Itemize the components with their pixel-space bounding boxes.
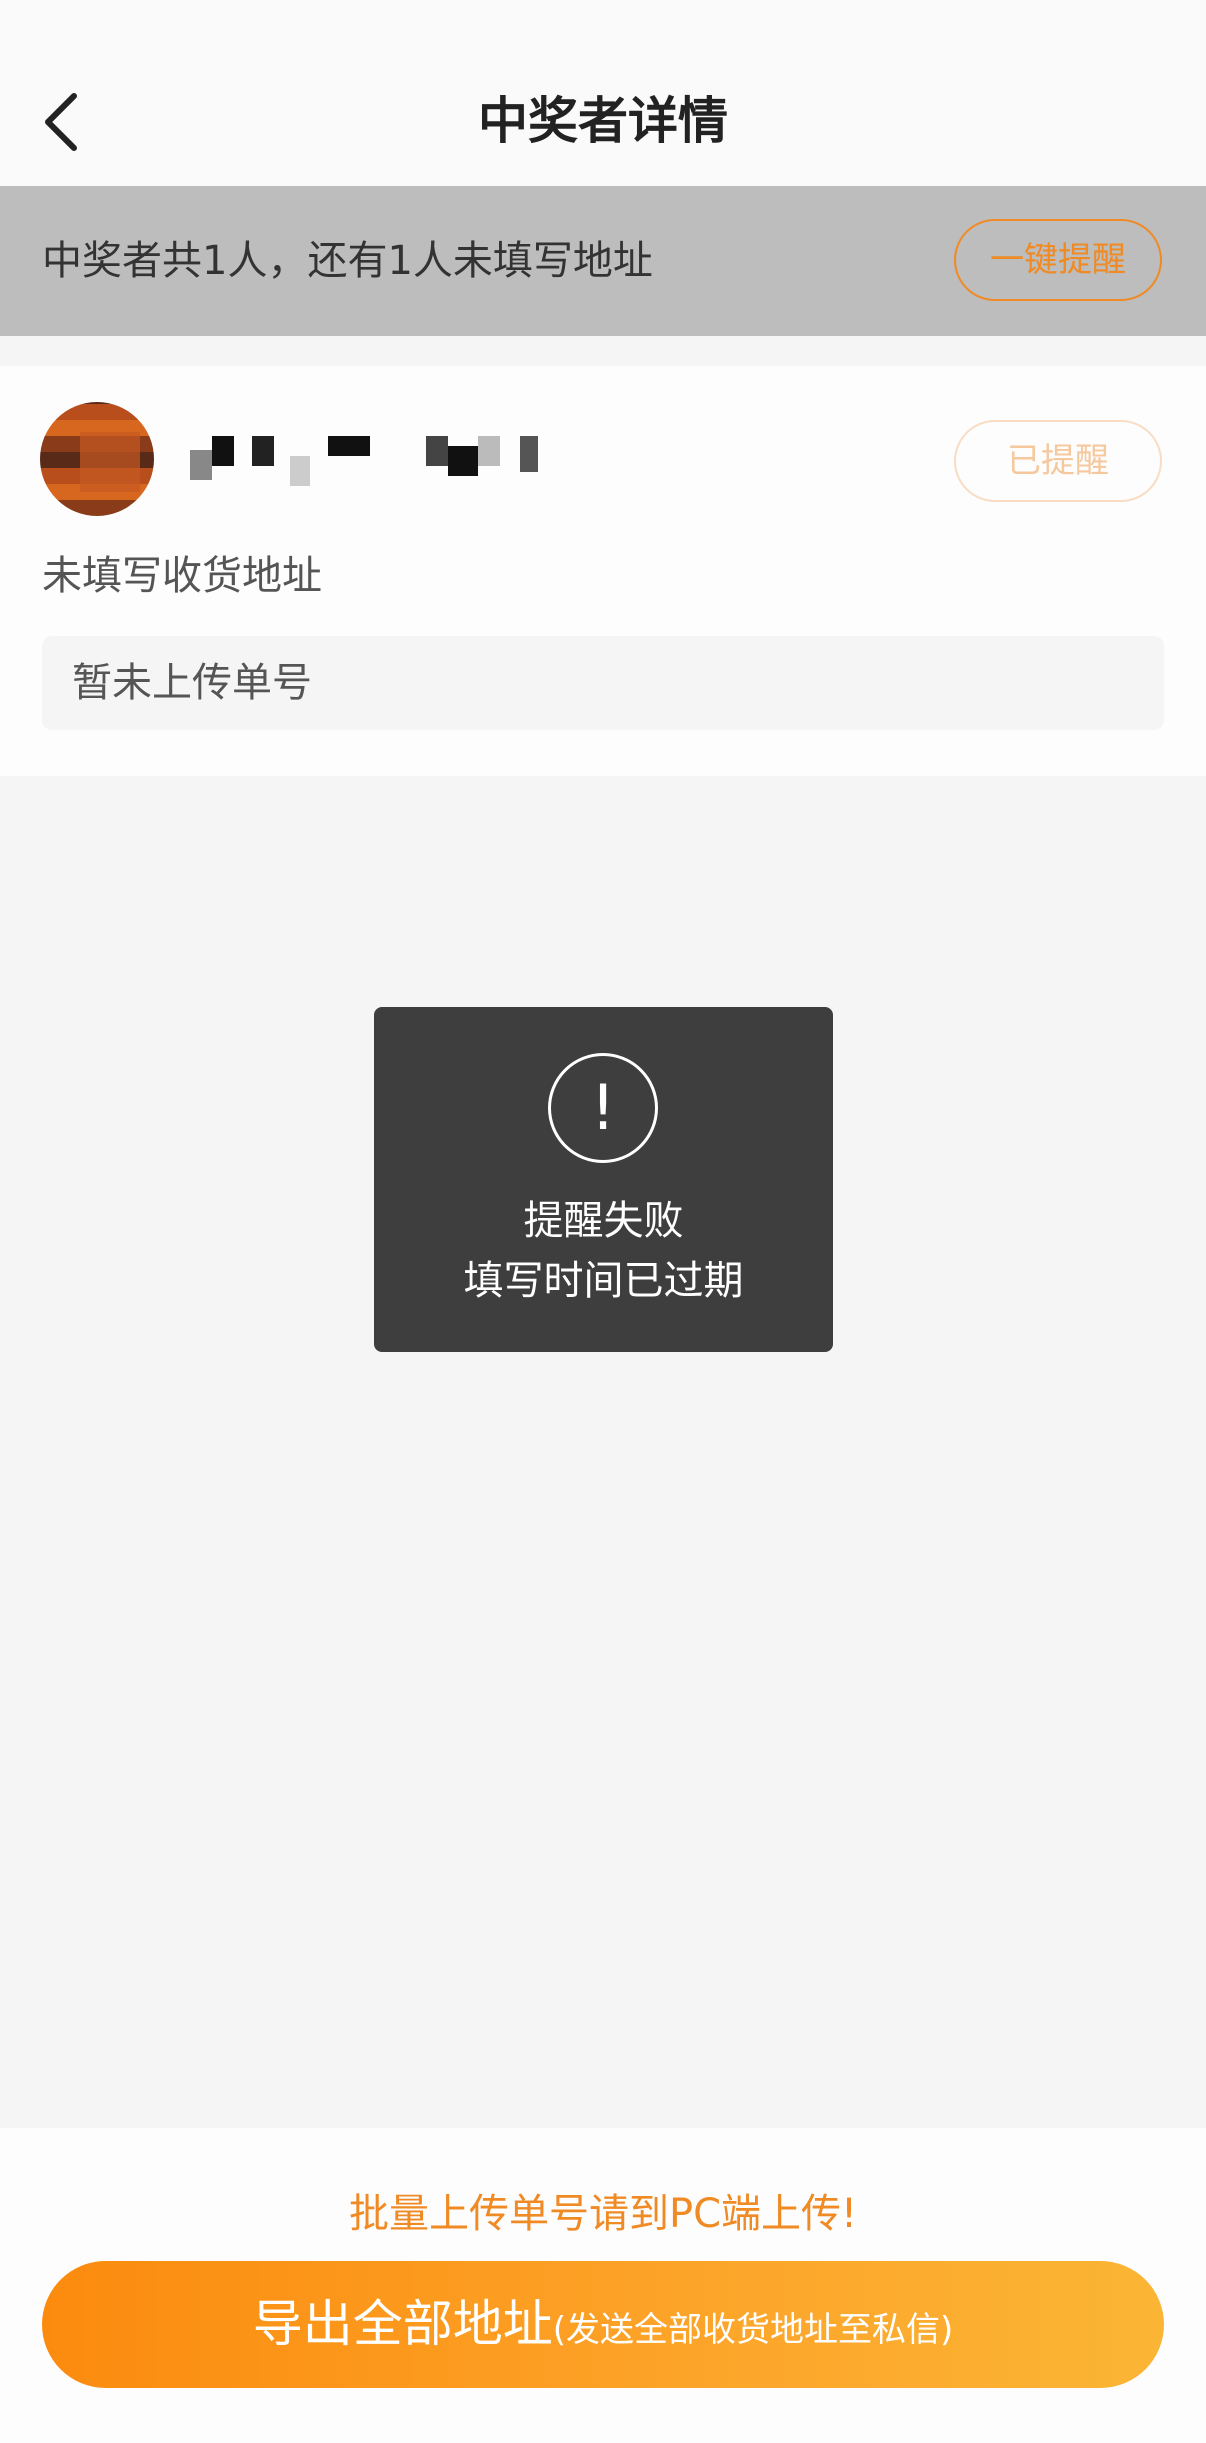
username-pixelated [190,436,550,486]
export-button-sublabel: (发送全部收货地址至私信) [552,2310,954,2350]
error-toast: ! 提醒失败 填写时间已过期 [374,1007,833,1352]
bottom-bar: 批量上传单号请到PC端上传! 导出全部地址(发送全部收货地址至私信) [0,2128,1206,2443]
export-button-label: 导出全部地址 [252,2295,553,2353]
winner-summary: 中奖者共1人，还有1人未填写地址 [42,238,653,284]
tracking-placeholder: 暂未上传单号 [72,660,312,706]
tracking-number-field[interactable]: 暂未上传单号 [42,636,1164,730]
remind-all-button[interactable]: 一键提醒 [954,219,1162,301]
winner-card: 已提醒 未填写收货地址 暂未上传单号 [0,366,1206,776]
avatar [40,402,154,516]
navigation-bar: 中奖者详情 [0,0,1206,186]
address-status: 未填写收货地址 [42,553,322,599]
page-title: 中奖者详情 [478,92,728,150]
toast-message: 填写时间已过期 [463,1258,744,1304]
pc-upload-note: 批量上传单号请到PC端上传! [348,2191,858,2237]
summary-banner: 中奖者共1人，还有1人未填写地址 一键提醒 [0,186,1206,336]
toast-title: 提醒失败 [523,1198,684,1244]
alert-circle-icon: ! [548,1053,658,1163]
export-all-addresses-button[interactable]: 导出全部地址(发送全部收货地址至私信) [42,2261,1164,2388]
reminded-button[interactable]: 已提醒 [954,420,1162,502]
